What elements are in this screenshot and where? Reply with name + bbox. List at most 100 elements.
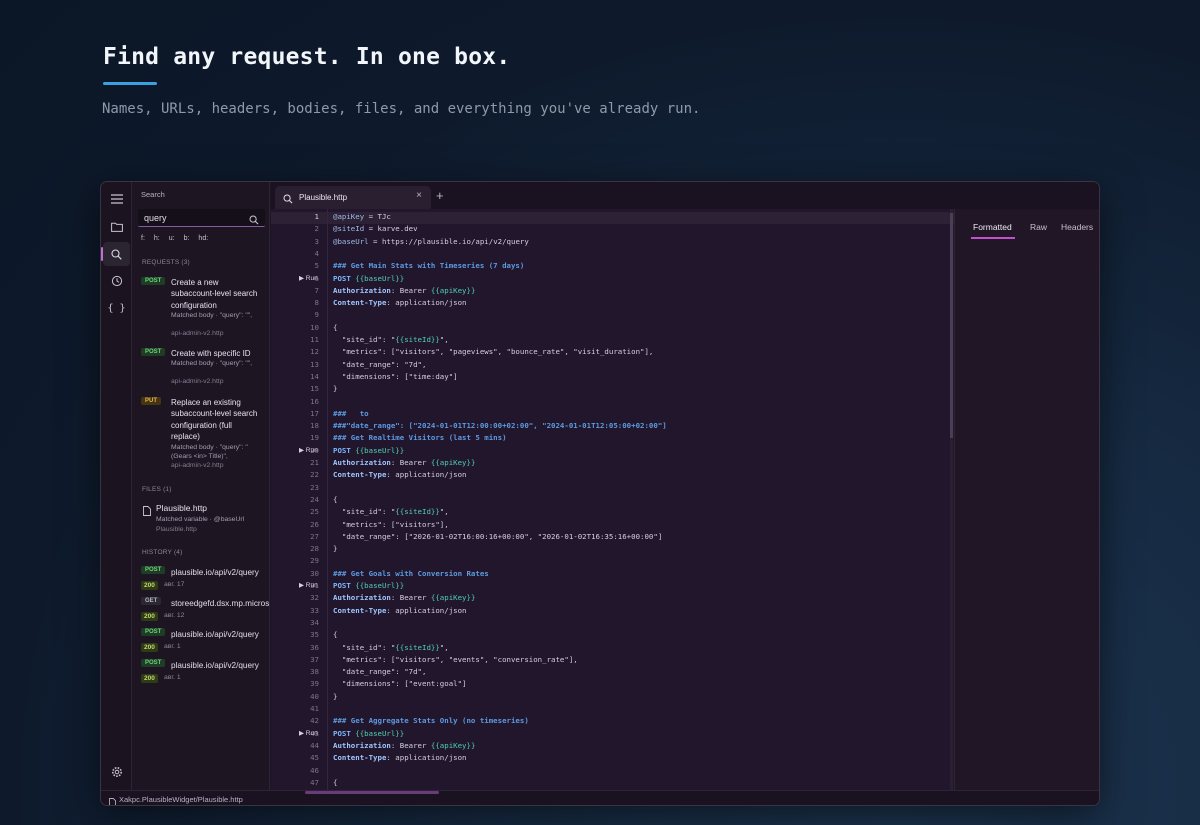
code-editor[interactable]: 1 @apiKey = TJc 2 @siteId = karve.dev 3 @base…: [271, 209, 954, 790]
code-line[interactable]: 13 "date_range": "7d",: [271, 360, 954, 372]
search-input[interactable]: query: [138, 209, 265, 227]
run-request-button[interactable]: ▶ Run: [299, 581, 318, 589]
code-line[interactable]: 31 ▶ Run POST {{baseUrl}}: [271, 581, 954, 593]
code-line[interactable]: 26 "metrics": ["visitors"],: [271, 520, 954, 532]
filter-h[interactable]: h:: [154, 235, 160, 242]
code-line[interactable]: 43 ▶ Run POST {{baseUrl}}: [271, 729, 954, 741]
tab-headers[interactable]: Headers: [1061, 222, 1093, 232]
code-line[interactable]: 14 "dimensions": ["time:day"]: [271, 372, 954, 384]
menu-icon[interactable]: [103, 187, 130, 211]
code-line[interactable]: 6 ▶ Run POST {{baseUrl}}: [271, 274, 954, 286]
close-icon[interactable]: ×: [416, 190, 422, 201]
code-line[interactable]: 21 Authorization: Bearer {{apiKey}}: [271, 458, 954, 470]
request-title: Create with specific ID: [171, 349, 251, 358]
filter-u[interactable]: u:: [169, 235, 175, 242]
method-badge: PUT: [141, 397, 161, 405]
search-icon[interactable]: [249, 212, 259, 230]
code-line[interactable]: 46: [271, 766, 954, 778]
code-line[interactable]: 9: [271, 310, 954, 322]
filter-b[interactable]: b:: [184, 235, 190, 242]
code-line[interactable]: 5 ### Get Main Stats with Timeseries (7 d…: [271, 261, 954, 273]
app-window: { } Search query f: h: u: b: hd: REQUESTS (3…: [100, 181, 1100, 806]
code-line[interactable]: 3 @baseUrl = https://plausible.io/api/v2/…: [271, 237, 954, 249]
line-code: {: [333, 322, 338, 332]
tab-formatted[interactable]: Formatted: [973, 222, 1012, 232]
code-line[interactable]: 34: [271, 618, 954, 630]
code-line[interactable]: 10 {: [271, 323, 954, 335]
history-item[interactable]: GET storeedgefd.dsx.mp.microsoft.com 200…: [141, 597, 269, 625]
code-line[interactable]: 19 ### Get Realtime Visitors (last 5 mins…: [271, 433, 954, 445]
code-line[interactable]: 47 {: [271, 778, 954, 790]
code-line[interactable]: 20 ▶ Run POST {{baseUrl}}: [271, 446, 954, 458]
code-line[interactable]: 39 "dimensions": ["event:goal"]: [271, 679, 954, 691]
code-line[interactable]: 15}: [271, 384, 954, 396]
tab-plausible[interactable]: Plausible.http ×: [275, 186, 431, 209]
code-line[interactable]: 28}: [271, 544, 954, 556]
code-line[interactable]: 35 {: [271, 630, 954, 642]
code-line[interactable]: 37 "metrics": ["visitors", "events", "co…: [271, 655, 954, 667]
status-bar: Xakpc.PlausibleWidget/Plausible.http: [101, 790, 1099, 805]
code-line[interactable]: 17 ### to: [271, 409, 954, 421]
request-item[interactable]: POST Create a new subaccount-level searc…: [141, 277, 267, 343]
folder-icon[interactable]: [103, 215, 130, 239]
code-line[interactable]: 30 ### Get Goals with Conversion Rates: [271, 569, 954, 581]
history-icon[interactable]: [103, 269, 130, 293]
run-request-button[interactable]: ▶ Run: [299, 729, 318, 737]
line-code: ###"date_range": ["2024-01-01T12:00:00+0…: [333, 421, 667, 431]
code-line[interactable]: 12 "metrics": ["visitors", "pageviews", …: [271, 347, 954, 359]
code-line[interactable]: 27 "date_range": ["2026-01-02T16:00:16+0…: [271, 532, 954, 544]
code-line[interactable]: 1 @apiKey = TJc: [271, 212, 954, 224]
editor-scrollbar[interactable]: [950, 209, 953, 790]
line-code: ### Get Realtime Visitors (last 5 mins): [333, 433, 507, 443]
code-line[interactable]: 24 {: [271, 495, 954, 507]
braces-icon[interactable]: { }: [103, 296, 130, 320]
line-code: Content-Type: application/json: [333, 298, 467, 308]
code-line[interactable]: 7 Authorization: Bearer {{apiKey}}: [271, 286, 954, 298]
run-request-button[interactable]: ▶ Run: [299, 274, 318, 282]
code-line[interactable]: 23: [271, 483, 954, 495]
history-item[interactable]: POST plausible.io/api/v2/query 200 авг. …: [141, 659, 269, 687]
history-item[interactable]: POST plausible.io/api/v2/query 200 авг. …: [141, 628, 269, 656]
code-line[interactable]: 42 ### Get Aggregate Stats Only (no times…: [271, 716, 954, 728]
status-file-path: Xakpc.PlausibleWidget/Plausible.http: [119, 795, 243, 804]
line-code: ### Get Goals with Conversion Rates: [333, 568, 489, 578]
filter-f[interactable]: f:: [141, 235, 145, 242]
history-item[interactable]: POST plausible.io/api/v2/query 200 авг. …: [141, 566, 269, 594]
add-tab-button[interactable]: +: [436, 188, 444, 203]
tab-raw[interactable]: Raw: [1030, 222, 1047, 232]
code-line[interactable]: 22 Content-Type: application/json: [271, 470, 954, 482]
code-line[interactable]: 4: [271, 249, 954, 261]
gear-icon[interactable]: [105, 762, 128, 782]
code-line[interactable]: 38 "date_range": "7d",: [271, 667, 954, 679]
horizontal-scrollbar[interactable]: [305, 791, 439, 794]
run-request-button[interactable]: ▶ Run: [299, 446, 318, 454]
line-number: 42: [310, 716, 319, 726]
line-number: 25: [310, 507, 319, 517]
code-line[interactable]: 45 Content-Type: application/json: [271, 753, 954, 765]
code-line[interactable]: 25 "site_id": "{{siteId}}",: [271, 507, 954, 519]
code-line[interactable]: 40}: [271, 692, 954, 704]
code-line[interactable]: 41: [271, 704, 954, 716]
code-line[interactable]: 16: [271, 397, 954, 409]
search-icon[interactable]: [101, 242, 130, 266]
code-line[interactable]: 18 ###"date_range": ["2024-01-01T12:00:00…: [271, 421, 954, 433]
code-line[interactable]: 33 Content-Type: application/json: [271, 606, 954, 618]
filter-hd[interactable]: hd:: [198, 235, 208, 242]
line-code: "site_id": "{{siteId}}",: [333, 507, 449, 517]
code-line[interactable]: 44 Authorization: Bearer {{apiKey}}: [271, 741, 954, 753]
line-number: 19: [310, 433, 319, 443]
line-number: 8: [314, 298, 319, 308]
scrollbar-thumb[interactable]: [950, 213, 953, 438]
code-line[interactable]: 11 "site_id": "{{siteId}}",: [271, 335, 954, 347]
code-line[interactable]: 36 "site_id": "{{siteId}}",: [271, 643, 954, 655]
line-code: @apiKey = TJc: [333, 212, 391, 221]
request-title: Replace an existing subaccount-level sea…: [171, 398, 258, 441]
code-line[interactable]: 2 @siteId = karve.dev: [271, 224, 954, 236]
code-line[interactable]: 8 Content-Type: application/json: [271, 298, 954, 310]
line-code: Authorization: Bearer {{apiKey}}: [333, 593, 476, 603]
request-item[interactable]: PUT Replace an existing subaccount-level…: [141, 397, 267, 477]
request-item[interactable]: POST Create with specific ID Matched bod…: [141, 348, 267, 392]
code-line[interactable]: 32 Authorization: Bearer {{apiKey}}: [271, 593, 954, 605]
code-line[interactable]: 29: [271, 556, 954, 568]
history-header: HISTORY (4): [142, 549, 183, 556]
